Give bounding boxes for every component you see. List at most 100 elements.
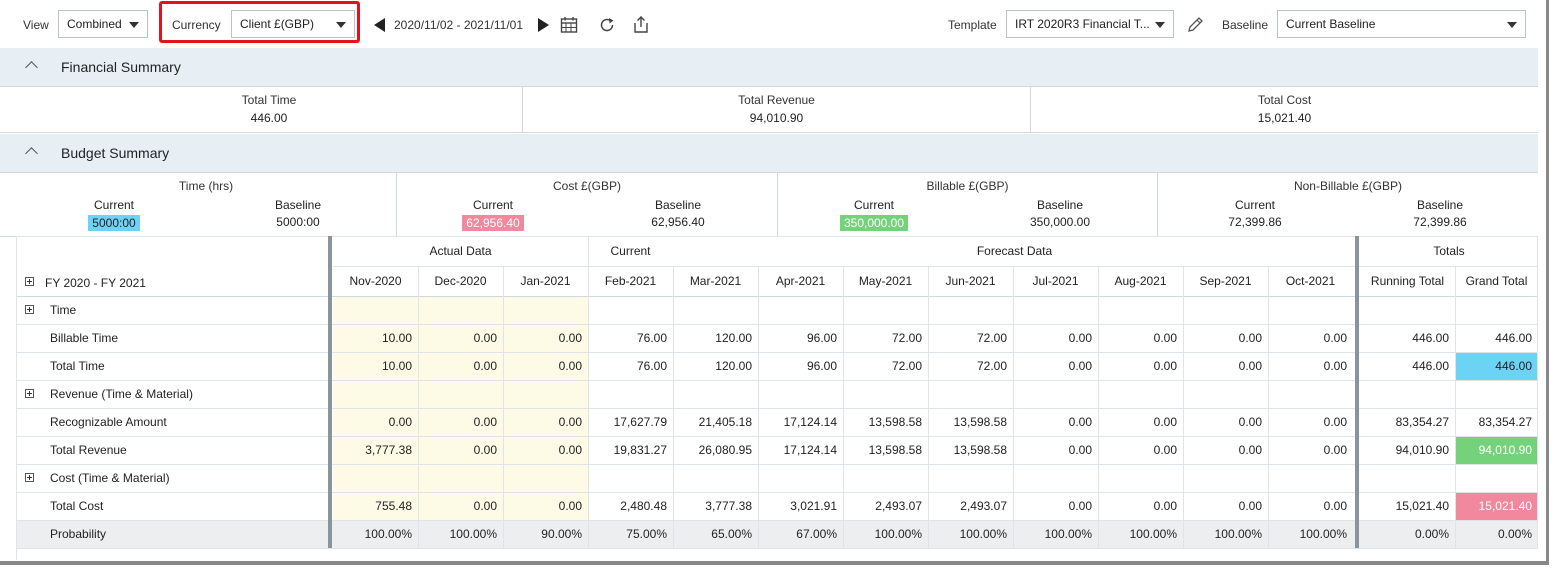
month-header: Nov-2020	[349, 274, 402, 288]
budget-cost: Cost £(GBP) Current 62,956.40 Baseline 6…	[397, 173, 777, 236]
summary-label: Total Revenue	[738, 93, 815, 107]
cell-value: 0.00	[1323, 331, 1347, 345]
cell-value: 120.00	[715, 331, 752, 345]
cell-value: 96.00	[806, 359, 837, 373]
total-revenue-summary: Total Revenue 94,010.90	[523, 86, 1030, 132]
current-label: Current	[93, 198, 134, 212]
cell-value: 120.00	[715, 359, 752, 373]
row-divider	[16, 436, 1538, 437]
cell-value: 100.00%	[1129, 527, 1177, 541]
chevron-up-icon[interactable]	[25, 147, 38, 160]
cell-value: 0.00	[1323, 499, 1347, 513]
financial-summary-title: Financial Summary	[61, 59, 181, 75]
month-header: Jun-2021	[945, 274, 996, 288]
month-header: Jul-2021	[1032, 274, 1079, 288]
view-select-value: Combined	[67, 17, 122, 31]
calendar-icon[interactable]	[560, 16, 578, 34]
template-select[interactable]: IRT 2020R3 Financial T...	[1006, 10, 1174, 38]
expand-icon[interactable]	[25, 389, 34, 398]
summary-label: Total Cost	[1257, 93, 1312, 107]
cell-value: 13,598.58	[953, 443, 1007, 457]
total-value: 446.00	[1412, 359, 1449, 373]
cell-value: 0.00	[473, 359, 497, 373]
budget-group-title: Non-Billable £(GBP)	[1293, 179, 1403, 193]
total-value: 0.00%	[1497, 527, 1532, 541]
expand-icon[interactable]	[25, 277, 34, 286]
total-value: 94,010.90	[1478, 443, 1532, 457]
month-header: Sep-2021	[1199, 274, 1252, 288]
total-value: 446.00	[1495, 331, 1532, 345]
total-value: 446.00	[1412, 331, 1449, 345]
cell-value: 0.00	[1068, 415, 1092, 429]
view-label: View	[23, 18, 49, 32]
totals-column-header: Running Total	[1370, 274, 1445, 288]
cell-value: 0.00	[1238, 331, 1262, 345]
cell-value: 13,598.58	[868, 415, 922, 429]
budget-non-billable: Non-Billable £(GBP) Current 72,399.86 Ba…	[1158, 173, 1538, 236]
cell-value: 17,124.14	[783, 415, 837, 429]
currency-label: Currency	[172, 18, 221, 32]
row-label: Total Revenue	[50, 443, 127, 457]
row-divider	[16, 296, 1538, 297]
cell-value: 0.00	[1068, 359, 1092, 373]
cell-value: 0.00	[1323, 443, 1347, 457]
chevron-up-icon[interactable]	[25, 61, 38, 74]
cell-value: 0.00	[1238, 499, 1262, 513]
cell-value: 3,777.38	[365, 443, 412, 457]
cell-value: 0.00	[1238, 415, 1262, 429]
cell-value: 72.00	[976, 331, 1007, 345]
toolbar: View Combined Currency Client £(GBP) 202…	[0, 0, 1538, 49]
column-divider	[1537, 236, 1538, 548]
cell-value: 0.00	[1153, 359, 1177, 373]
cell-value: 2,480.48	[620, 499, 667, 513]
baseline-select-value: Current Baseline	[1286, 17, 1376, 31]
cell-value: 100.00%	[874, 527, 922, 541]
summary-value: 15,021.40	[1257, 111, 1312, 125]
totals-header: Totals	[1433, 244, 1465, 258]
budget-summary-title: Budget Summary	[61, 145, 170, 161]
cell-value: 3,021.91	[790, 499, 837, 513]
baseline-select[interactable]: Current Baseline	[1277, 10, 1526, 38]
row-divider	[16, 236, 1538, 237]
share-icon[interactable]	[632, 15, 650, 34]
current-label: Current	[1234, 198, 1275, 212]
total-value: 83,354.27	[1395, 415, 1449, 429]
row-divider	[16, 408, 1538, 409]
pencil-icon[interactable]	[1186, 16, 1204, 34]
frozen-column-divider	[328, 236, 332, 548]
current-value: 5000:00	[88, 215, 140, 231]
row-divider	[16, 352, 1538, 353]
total-value: 83,354.27	[1478, 415, 1532, 429]
row-label: Total Cost	[50, 499, 104, 513]
next-triangle-icon[interactable]	[538, 18, 549, 32]
cell-value: 0.00	[558, 415, 582, 429]
refresh-icon[interactable]	[598, 16, 616, 34]
total-value: 94,010.90	[1395, 443, 1449, 457]
chevron-down-icon	[1507, 22, 1517, 28]
budget-summary-header[interactable]: Budget Summary	[0, 134, 1538, 173]
cell-value: 65.00%	[711, 527, 752, 541]
row-label: Total Time	[50, 359, 105, 373]
row-label: Time	[50, 303, 77, 317]
total-cost-summary: Total Cost 15,021.40	[1031, 86, 1538, 132]
cell-value: 2,493.07	[960, 499, 1007, 513]
baseline-label: Baseline	[1222, 18, 1269, 32]
cell-value: 13,598.58	[868, 443, 922, 457]
view-select[interactable]: Combined	[58, 10, 148, 38]
cell-value: 13,598.58	[953, 415, 1007, 429]
cell-value: 17,124.14	[783, 443, 837, 457]
prev-triangle-icon[interactable]	[374, 18, 385, 32]
currency-select[interactable]: Client £(GBP)	[231, 10, 355, 38]
financial-summary-header[interactable]: Financial Summary	[0, 48, 1538, 87]
total-value: 0.00%	[1414, 527, 1449, 541]
chevron-down-icon	[1155, 22, 1165, 28]
cell-value: 0.00	[1068, 331, 1092, 345]
expand-icon[interactable]	[25, 305, 34, 314]
cell-value: 0.00	[1323, 415, 1347, 429]
summary-value: 94,010.90	[749, 111, 804, 125]
cell-value: 72.00	[891, 331, 922, 345]
cell-value: 17,627.79	[613, 415, 667, 429]
current-label: Current	[853, 198, 894, 212]
cell-value: 0.00	[558, 499, 582, 513]
expand-icon[interactable]	[25, 473, 34, 482]
